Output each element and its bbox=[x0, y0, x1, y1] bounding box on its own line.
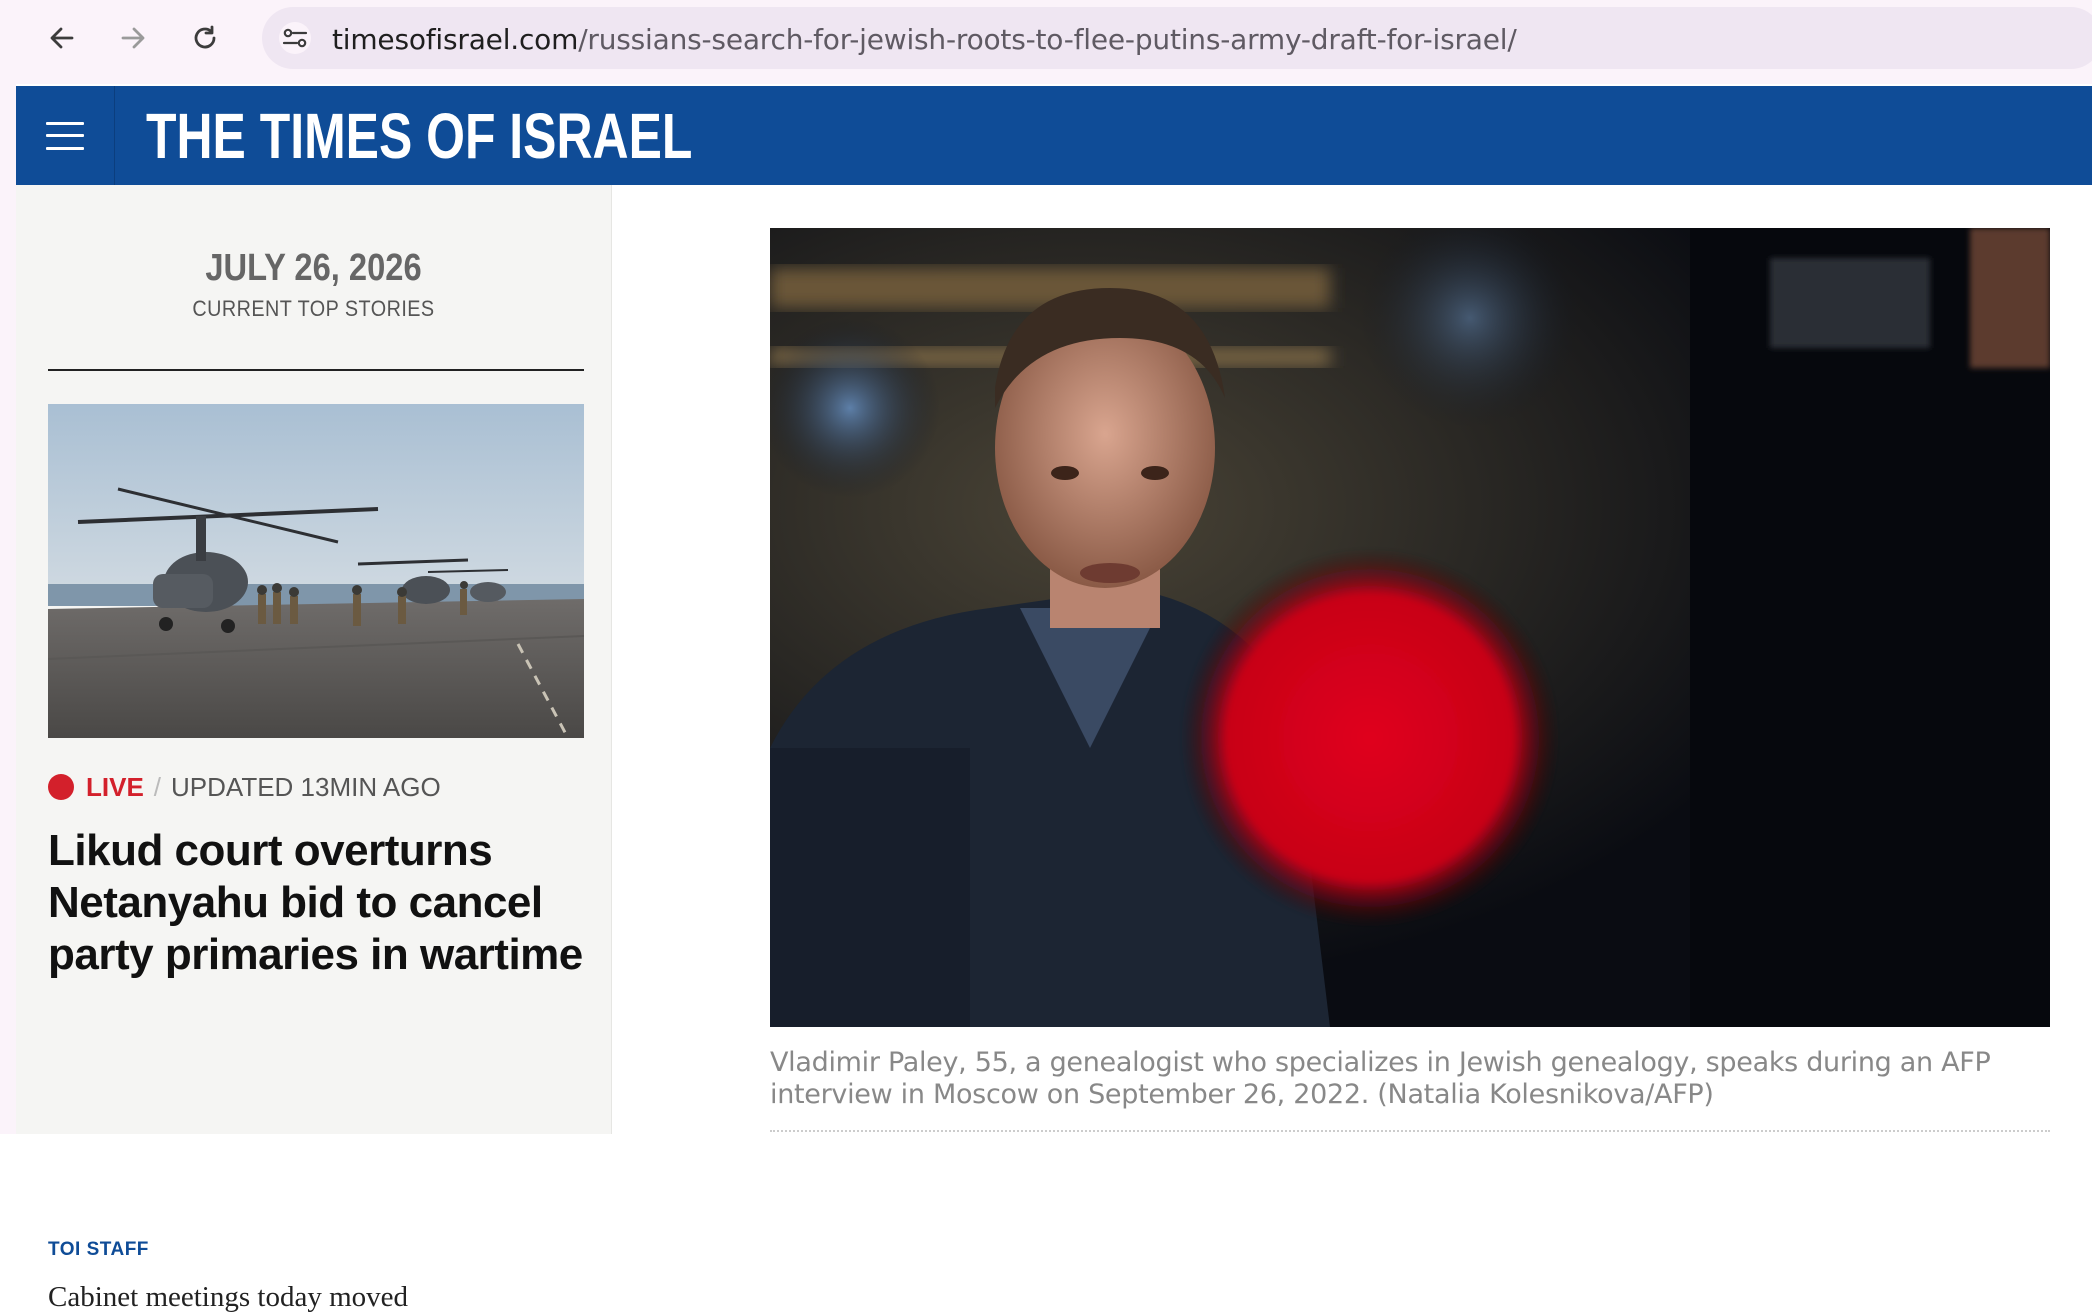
current-date: JULY 26, 2026 bbox=[205, 247, 422, 289]
story-teaser[interactable]: Cabinet meetings today moved bbox=[48, 1281, 408, 1314]
site-header: THE TIMES OF ISRAEL bbox=[16, 86, 2092, 185]
sidebar-subtitle: CURRENT TOP STORIES bbox=[192, 296, 435, 321]
address-bar[interactable]: timesofisrael.com/russians-search-for-je… bbox=[262, 7, 2092, 69]
story-thumbnail[interactable] bbox=[48, 404, 584, 738]
story-byline[interactable]: TOI STAFF bbox=[48, 1239, 149, 1261]
arrow-left-icon bbox=[50, 27, 74, 49]
live-label: LIVE bbox=[86, 771, 144, 802]
menu-button[interactable] bbox=[16, 86, 115, 185]
live-dot-icon bbox=[48, 774, 74, 800]
caption-divider bbox=[770, 1130, 2050, 1132]
helicopters-on-carrier-deck-image bbox=[48, 404, 584, 738]
separator: / bbox=[153, 771, 162, 802]
reload-button[interactable] bbox=[184, 17, 226, 59]
reload-icon bbox=[194, 25, 216, 49]
site-logo[interactable]: THE TIMES OF ISRAEL bbox=[146, 103, 692, 169]
image-caption: Vladimir Paley, 55, a genealogist who sp… bbox=[770, 1047, 1991, 1110]
divider bbox=[48, 369, 584, 371]
url-host: timesofisrael.com bbox=[332, 23, 579, 56]
hamburger-menu-icon bbox=[46, 121, 84, 150]
story-headline[interactable]: Likud court overturns Netanyahu bid to c… bbox=[48, 825, 588, 981]
live-status: LIVE / UPDATED 13MIN AGO bbox=[48, 769, 441, 805]
window-edge bbox=[0, 84, 16, 1134]
tune-icon bbox=[282, 28, 308, 48]
browser-toolbar: timesofisrael.com/russians-search-for-je… bbox=[0, 0, 2092, 84]
arrow-right-icon bbox=[121, 27, 145, 49]
site-info-button[interactable] bbox=[279, 22, 311, 54]
back-button[interactable] bbox=[41, 17, 83, 59]
forward-button[interactable] bbox=[112, 17, 154, 59]
interview-photo bbox=[770, 228, 2050, 1027]
url-path: /russians-search-for-jewish-roots-to-fle… bbox=[578, 23, 1517, 56]
article-hero-image bbox=[770, 228, 2050, 1027]
top-stories-sidebar: JULY 26, 2026 CURRENT TOP STORIES LIVE /… bbox=[16, 185, 612, 1313]
updated-time: UPDATED 13MIN AGO bbox=[171, 771, 441, 802]
url-text[interactable]: timesofisrael.com/russians-search-for-je… bbox=[332, 23, 1517, 56]
